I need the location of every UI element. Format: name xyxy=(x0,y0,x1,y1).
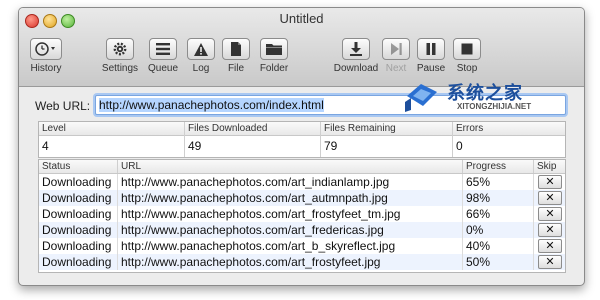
stop-label: Stop xyxy=(456,63,478,74)
row-url: http://www.panachephotos.com/art_b_skyre… xyxy=(118,238,463,254)
stat-value: 79 xyxy=(324,139,338,153)
close-icon: ✕ xyxy=(545,240,555,252)
stat-header: Files Remaining xyxy=(321,122,452,136)
row-status: Downloading xyxy=(39,238,118,254)
stop-button[interactable]: Stop xyxy=(442,38,492,74)
row-progress: 50% xyxy=(463,254,534,270)
stat-header: Files Downloaded xyxy=(185,122,320,136)
skip-button[interactable]: ✕ xyxy=(538,191,562,205)
stat-header: Errors xyxy=(453,122,565,136)
history-clock-icon xyxy=(35,42,55,56)
close-icon: ✕ xyxy=(545,224,555,236)
table-row[interactable]: Downloading http://www.panachephotos.com/… xyxy=(39,206,565,222)
stat-errors: Errors 0 xyxy=(453,122,565,157)
stats-table: Level 4 Files Downloaded 49 Files Remain… xyxy=(38,121,566,158)
stat-files-remaining: Files Remaining 79 xyxy=(321,122,453,157)
document-icon xyxy=(231,42,241,56)
close-icon: ✕ xyxy=(545,192,555,204)
row-progress: 0% xyxy=(463,222,534,238)
column-header-progress[interactable]: Progress xyxy=(463,160,534,173)
column-header-status[interactable]: Status xyxy=(39,160,118,173)
row-url: http://www.panachephotos.com/art_indianl… xyxy=(118,174,463,190)
row-progress: 66% xyxy=(463,206,534,222)
stop-icon xyxy=(461,43,473,55)
stat-value: 0 xyxy=(456,139,463,153)
download-icon xyxy=(350,42,362,56)
folder-icon xyxy=(266,44,282,55)
window-title: Untitled xyxy=(279,11,324,26)
pause-icon xyxy=(426,43,436,55)
stat-value: 4 xyxy=(42,139,49,153)
row-url: http://www.panachephotos.com/art_autmnpa… xyxy=(118,190,463,206)
watermark-subtitle: XITONGZHIJIA.NET xyxy=(457,102,532,111)
row-progress: 98% xyxy=(463,190,534,206)
history-label: History xyxy=(30,63,62,74)
next-icon xyxy=(391,43,402,55)
stat-value: 49 xyxy=(188,139,202,153)
close-icon: ✕ xyxy=(545,176,555,188)
row-status: Downloading xyxy=(39,222,118,238)
column-header-url[interactable]: URL xyxy=(118,160,463,173)
row-progress: 65% xyxy=(463,174,534,190)
close-icon: ✕ xyxy=(545,208,555,220)
folder-label: Folder xyxy=(259,63,289,74)
watermark-logo-icon xyxy=(405,84,437,112)
row-url: http://www.panachephotos.com/art_frostyf… xyxy=(118,254,463,270)
folder-button[interactable]: Folder xyxy=(249,38,299,74)
watermark: 系统之家 XITONGZHIJIA.NET xyxy=(395,76,600,116)
download-table: Status URL Progress Skip Downloading http… xyxy=(38,159,566,273)
table-row[interactable]: Downloading http://www.panachephotos.com/… xyxy=(39,222,565,238)
row-status: Downloading xyxy=(39,174,118,190)
stat-header: Level xyxy=(39,122,184,136)
table-header: Status URL Progress Skip xyxy=(39,160,565,174)
skip-button[interactable]: ✕ xyxy=(538,255,562,269)
gear-icon xyxy=(113,42,127,56)
row-status: Downloading xyxy=(39,254,118,270)
table-row[interactable]: Downloading http://www.panachephotos.com/… xyxy=(39,174,565,190)
app-window: Untitled History Settings Queue Log File… xyxy=(18,7,585,286)
row-status: Downloading xyxy=(39,190,118,206)
table-row[interactable]: Downloading http://www.panachephotos.com/… xyxy=(39,190,565,206)
table-row[interactable]: Downloading http://www.panachephotos.com/… xyxy=(39,238,565,254)
history-button[interactable]: History xyxy=(21,38,71,74)
stat-level: Level 4 xyxy=(39,122,185,157)
row-url: http://www.panachephotos.com/art_frostyf… xyxy=(118,206,463,222)
skip-button[interactable]: ✕ xyxy=(538,207,562,221)
web-url-value: http://www.panachephotos.com/index.html xyxy=(99,98,324,112)
skip-button[interactable]: ✕ xyxy=(538,239,562,253)
row-progress: 40% xyxy=(463,238,534,254)
row-status: Downloading xyxy=(39,206,118,222)
table-row[interactable]: Downloading http://www.panachephotos.com/… xyxy=(39,254,565,270)
row-url: http://www.panachephotos.com/art_frederi… xyxy=(118,222,463,238)
close-icon: ✕ xyxy=(545,256,555,268)
warning-icon xyxy=(194,42,208,56)
column-header-skip[interactable]: Skip xyxy=(534,160,565,173)
web-url-label: Web URL: xyxy=(35,99,91,113)
list-icon xyxy=(156,43,170,55)
skip-button[interactable]: ✕ xyxy=(538,175,562,189)
skip-button[interactable]: ✕ xyxy=(538,223,562,237)
stat-files-downloaded: Files Downloaded 49 xyxy=(185,122,321,157)
